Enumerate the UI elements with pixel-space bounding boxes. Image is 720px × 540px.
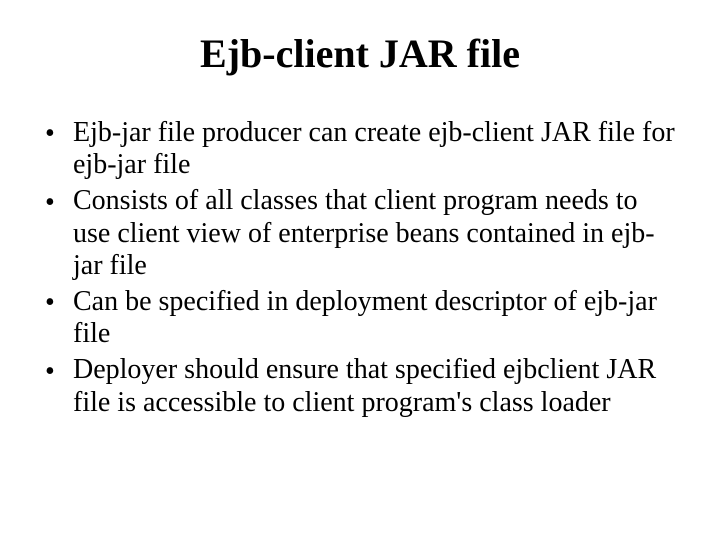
bullet-list: • Ejb-jar file producer can create ejb-c… — [45, 117, 680, 419]
bullet-text: Deployer should ensure that specified ej… — [73, 354, 656, 417]
list-item: • Consists of all classes that client pr… — [45, 185, 680, 282]
slide-title: Ejb-client JAR file — [40, 30, 680, 77]
list-item: • Ejb-jar file producer can create ejb-c… — [45, 117, 680, 181]
list-item: • Can be specified in deployment descrip… — [45, 286, 680, 350]
bullet-icon: • — [45, 187, 55, 219]
bullet-text: Can be specified in deployment descripto… — [73, 286, 657, 349]
bullet-icon: • — [45, 356, 55, 388]
bullet-icon: • — [45, 118, 55, 150]
slide: Ejb-client JAR file • Ejb-jar file produ… — [0, 0, 720, 540]
list-item: • Deployer should ensure that specified … — [45, 354, 680, 418]
bullet-text: Consists of all classes that client prog… — [73, 185, 655, 280]
bullet-icon: • — [45, 287, 55, 319]
bullet-text: Ejb-jar file producer can create ejb-cli… — [73, 117, 675, 180]
